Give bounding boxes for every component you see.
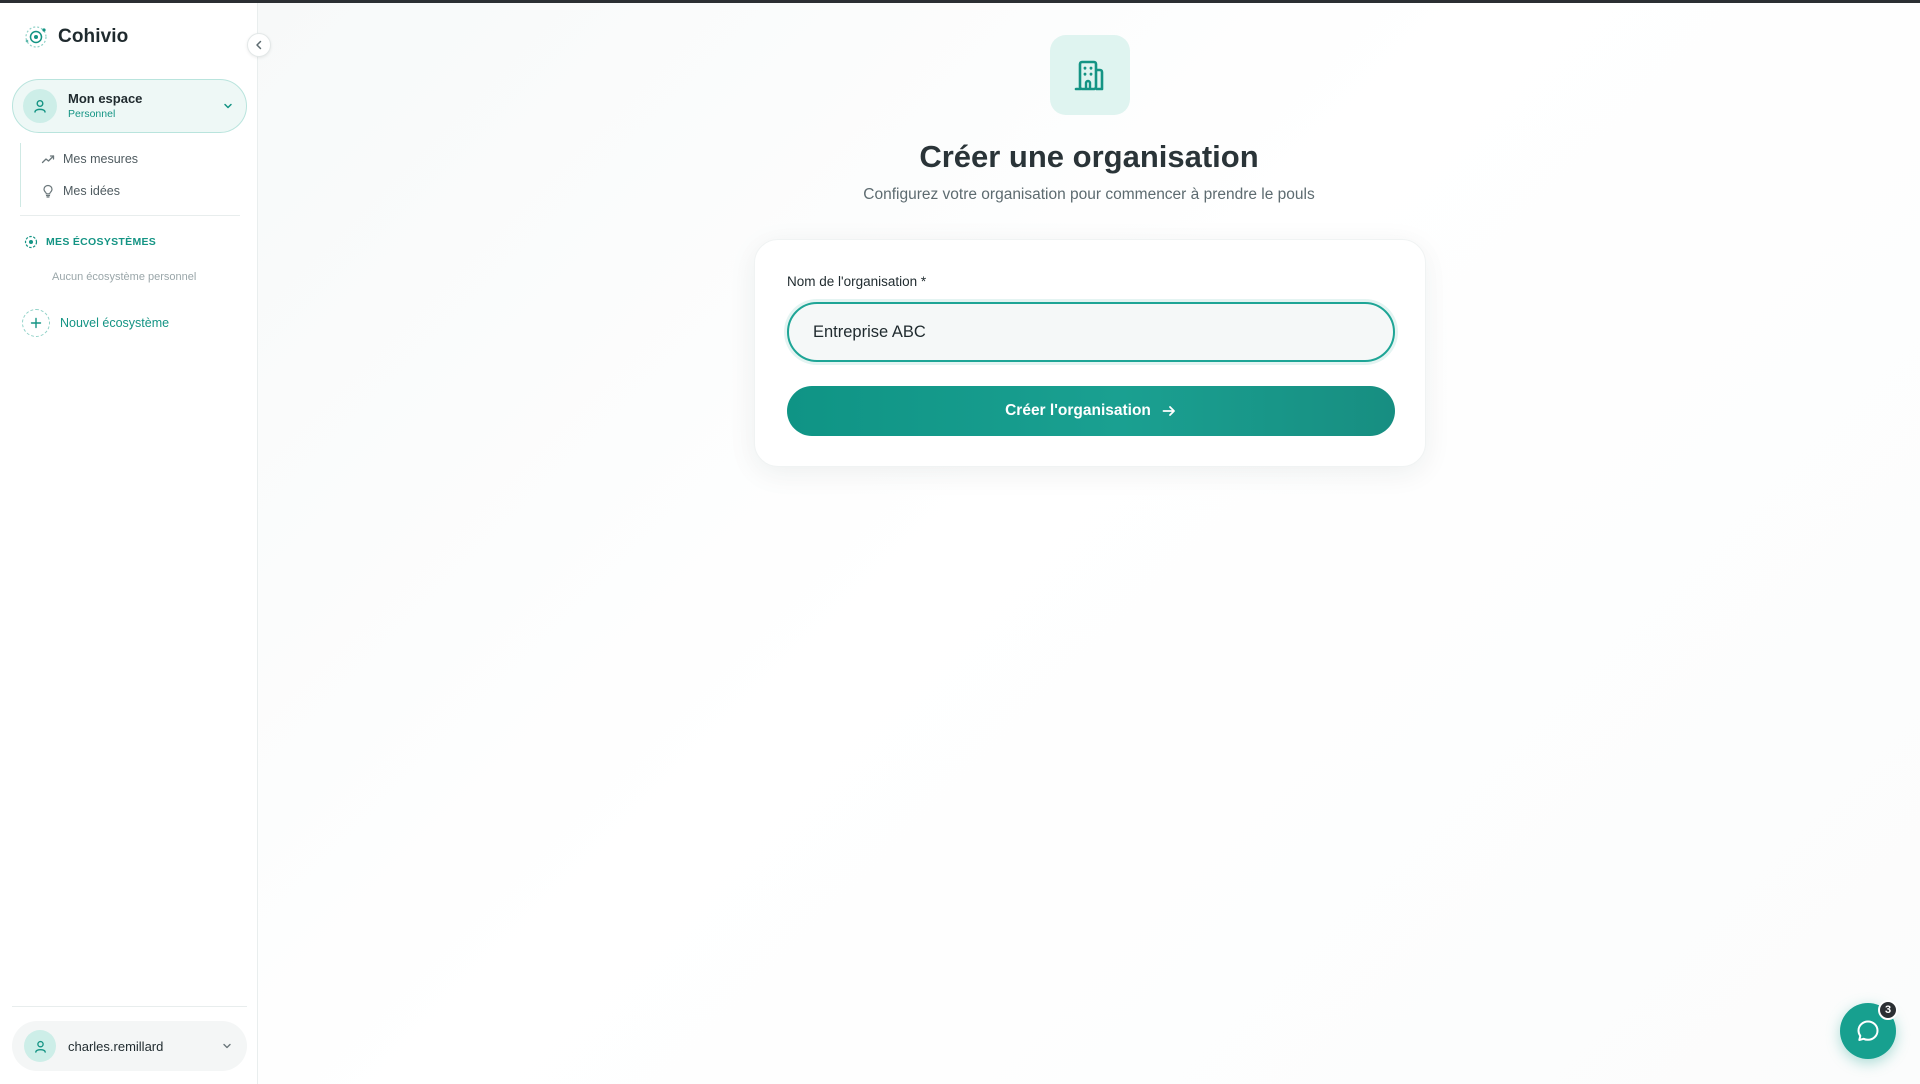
building-icon	[1074, 60, 1104, 91]
create-organization-card: Nom de l'organisation * Créer l'organisa…	[754, 239, 1426, 467]
ecosystems-section-title: MES ÉCOSYSTÈMES	[24, 235, 156, 249]
create-organization-label: Créer l'organisation	[1005, 402, 1151, 419]
user-avatar	[24, 1030, 56, 1062]
ecosystem-icon	[24, 235, 38, 249]
workspace-avatar	[23, 89, 57, 123]
chat-bubble-icon	[1857, 1020, 1879, 1041]
subnav-item-mesures[interactable]: Mes mesures	[41, 143, 240, 175]
org-name-input[interactable]	[787, 302, 1395, 362]
cohivio-logo-icon	[25, 26, 47, 48]
new-ecosystem-button[interactable]: Nouvel écosystème	[22, 309, 169, 337]
chevron-down-icon	[223, 1043, 231, 1049]
sidebar: Cohivio Mon espace Personnel Mes mesures…	[0, 3, 271, 1084]
sidebar-divider	[20, 215, 240, 216]
chevron-down-icon	[224, 103, 232, 109]
plus-icon	[30, 317, 42, 329]
subnav-item-label: Mes mesures	[63, 152, 139, 166]
org-name-label: Nom de l'organisation *	[787, 274, 927, 289]
page-title: Créer une organisation	[919, 139, 1259, 174]
workspace-subnav: Mes mesures Mes idées	[20, 143, 240, 207]
sidebar-bottom-divider	[12, 1006, 247, 1007]
lightbulb-icon	[43, 184, 53, 198]
brand[interactable]: Cohivio	[22, 23, 128, 51]
app-shell: Cohivio Mon espace Personnel Mes mesures…	[0, 3, 1920, 1084]
ecosystems-empty-note: Aucun écosystème personnel	[52, 271, 197, 283]
workspace-text: Mon espace Personnel	[68, 90, 222, 121]
user-icon	[34, 1040, 46, 1053]
user-icon	[34, 100, 46, 113]
page-subtitle: Configurez votre organisation pour comme…	[863, 186, 1315, 203]
user-menu[interactable]: charles.remillard	[12, 1021, 247, 1071]
trending-up-icon	[41, 155, 55, 164]
chevron-left-icon	[256, 40, 262, 50]
subnav-item-idees[interactable]: Mes idées	[41, 175, 240, 207]
brand-name: Cohivio	[58, 26, 129, 47]
subnav-item-label: Mes idées	[63, 184, 120, 198]
arrow-right-icon	[1162, 406, 1175, 416]
workspace-subtitle: Personnel	[68, 108, 116, 121]
new-ecosystem-label: Nouvel écosystème	[60, 316, 170, 330]
user-name: charles.remillard	[68, 1038, 164, 1054]
workspace-switcher[interactable]: Mon espace Personnel	[12, 79, 247, 133]
workspace-title: Mon espace	[68, 90, 143, 106]
collapse-sidebar-button[interactable]	[247, 33, 271, 57]
main-content: Créer une organisation Configurez votre …	[258, 3, 1920, 1084]
new-ecosystem-circle	[22, 309, 50, 337]
chat-notification-badge: 3	[1878, 1000, 1898, 1020]
hero-icon-tile	[1050, 35, 1130, 115]
create-organization-button[interactable]: Créer l'organisation	[787, 386, 1395, 436]
ecosystems-section-label: MES ÉCOSYSTÈMES	[46, 236, 157, 248]
